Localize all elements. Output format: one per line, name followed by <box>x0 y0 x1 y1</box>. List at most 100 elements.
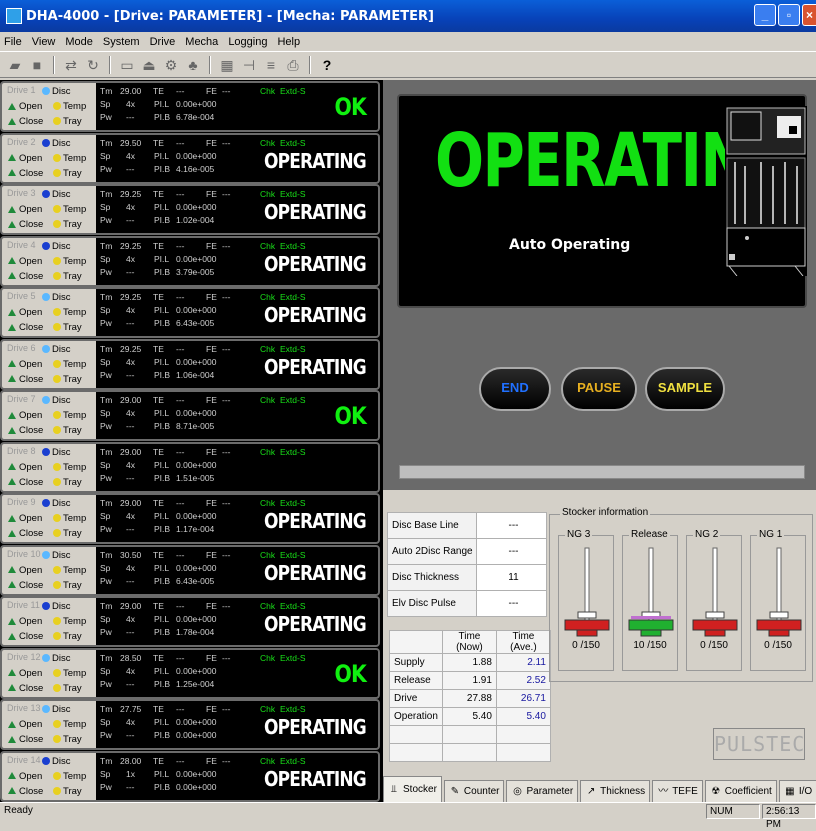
fe-label: FE <box>206 189 217 199</box>
maximize-button[interactable]: ▫ <box>778 4 800 26</box>
close-label: Close <box>19 116 44 127</box>
menu-system[interactable]: System <box>103 36 140 48</box>
open-icon <box>8 102 16 110</box>
pause-button[interactable]: PAUSE <box>561 367 637 411</box>
open-button[interactable]: Open <box>8 462 42 473</box>
close-button[interactable]: Close <box>8 631 43 642</box>
connect-icon[interactable]: ⇄ <box>62 56 80 74</box>
drive-name: Drive 4 <box>7 239 36 250</box>
user-icon[interactable]: ♣ <box>184 56 202 74</box>
open-button[interactable]: Open <box>8 668 42 679</box>
disc-dot-icon <box>42 87 50 96</box>
drive-icon[interactable]: ▭ <box>118 56 136 74</box>
tab-io[interactable]: ▦ I/O <box>778 780 816 802</box>
save-icon[interactable]: ■ <box>28 56 46 74</box>
open-button[interactable]: Open <box>8 410 42 421</box>
open-button[interactable]: Open <box>8 771 42 782</box>
sample-button[interactable]: SAMPLE <box>645 367 725 411</box>
fe-value: --- <box>222 498 231 508</box>
drive-readout: Tm 29.50 Sp 4x Pw --- TE --- FE --- PI.L 0.00e+000 P… <box>98 135 378 182</box>
close-button[interactable]: Close <box>8 528 43 539</box>
open-button[interactable]: Open <box>8 101 42 112</box>
open-label: Open <box>19 101 43 112</box>
tray-dot-icon <box>53 683 61 692</box>
open-button[interactable]: Open <box>8 153 42 164</box>
stocker-count: 10 /150 <box>623 640 677 651</box>
menu-drive[interactable]: Drive <box>150 36 176 48</box>
open-button[interactable]: Open <box>8 513 42 524</box>
sp-value: 4x <box>126 511 135 521</box>
menu-mode[interactable]: Mode <box>65 36 93 48</box>
menu-file[interactable]: File <box>4 36 22 48</box>
close-button[interactable]: Close <box>8 374 43 385</box>
tm-value: 29.25 <box>120 189 142 199</box>
tab-label: Counter <box>463 785 500 797</box>
help-icon[interactable]: ? <box>318 56 336 74</box>
close-button[interactable]: Close <box>8 322 43 333</box>
close-button[interactable]: Close <box>8 734 43 745</box>
drive-controls: Drive 4 Disc Open Temp Close Tray <box>2 237 96 285</box>
open-button[interactable]: Open <box>8 359 42 370</box>
close-button[interactable]: Close <box>8 271 43 282</box>
tray-label: Tray <box>63 734 82 745</box>
stack-icon[interactable]: ≡ <box>262 56 280 74</box>
tab-tefe[interactable]: 〰 TEFE <box>652 780 703 802</box>
drive-readout: Tm 29.00 Sp 4x Pw --- TE --- FE --- PI.L 0.00e+000 P… <box>98 392 378 439</box>
pib-value: 6.78e-004 <box>176 112 215 122</box>
pib-value: 1.02e-004 <box>176 215 215 225</box>
close-button[interactable]: Close <box>8 116 43 127</box>
temp-label: Temp <box>63 358 87 370</box>
tab-counter[interactable]: ✎ Counter <box>443 780 505 802</box>
open-button[interactable]: Open <box>8 719 42 730</box>
open-label: Open <box>19 461 43 473</box>
open-button[interactable]: Open <box>8 565 42 576</box>
temp-label: Temp <box>63 513 87 524</box>
close-button[interactable]: Close <box>8 219 43 230</box>
tab-stocker[interactable]: ⫫ Stocker <box>383 776 442 802</box>
pw-value: --- <box>126 678 135 689</box>
close-button[interactable]: Close <box>8 683 43 694</box>
minimize-button[interactable]: _ <box>754 4 776 26</box>
close-button[interactable]: Close <box>8 786 43 797</box>
open-button[interactable]: Open <box>8 256 42 267</box>
sp-label: Sp <box>100 99 111 109</box>
tab-coefficient[interactable]: ☢ Coefficient <box>704 780 777 802</box>
drive-card: Drive 11 Disc Open Temp Close Tray Tm 29.00 Sp 4x… <box>0 596 380 647</box>
split-icon[interactable]: ⊣ <box>240 56 258 74</box>
fe-value: --- <box>222 755 231 766</box>
close-button[interactable]: Close <box>8 168 43 179</box>
disc-label: Disc <box>52 601 71 612</box>
end-button[interactable]: END <box>479 367 551 411</box>
menu-help[interactable]: Help <box>277 36 300 48</box>
menu-view[interactable]: View <box>32 36 56 48</box>
disc-dot-icon <box>42 499 50 508</box>
num-indicator: NUM <box>706 804 760 819</box>
tm-label: Tm <box>100 601 113 611</box>
drive-controls: Drive 9 Disc Open Temp Close Tray <box>2 495 96 542</box>
menu-logging[interactable]: Logging <box>228 36 267 48</box>
pib-label: PI.B <box>154 472 171 483</box>
grid-icon[interactable]: ▦ <box>218 56 236 74</box>
menu-mecha[interactable]: Mecha <box>185 36 218 48</box>
info-label: Disc Thickness <box>387 564 477 591</box>
tab-parameter[interactable]: ◎ Parameter <box>506 780 579 802</box>
eject-icon[interactable]: ⏏ <box>140 56 158 74</box>
close-button[interactable]: Close <box>8 477 43 488</box>
pib-label: PI.B <box>154 678 171 689</box>
close-button[interactable]: Close <box>8 425 43 436</box>
tab-thickness[interactable]: ↗ Thickness <box>580 780 651 802</box>
refresh-icon[interactable]: ↻ <box>84 56 102 74</box>
pib-value: 1.25e-004 <box>176 678 215 689</box>
open-icon[interactable]: ▰ <box>6 56 24 74</box>
tray-indicator: Tray <box>53 786 82 797</box>
close-button[interactable]: Close <box>8 580 43 591</box>
open-button[interactable]: Open <box>8 616 42 627</box>
pw-label: Pw <box>100 112 112 122</box>
print-icon[interactable]: ⎙ <box>284 56 302 74</box>
extd-label: Extd-S <box>280 395 306 405</box>
gear-icon[interactable]: ⚙ <box>162 56 180 74</box>
close-button[interactable]: × <box>802 4 816 26</box>
open-button[interactable]: Open <box>8 307 42 318</box>
open-button[interactable]: Open <box>8 204 42 215</box>
drive-controls: Drive 12 Disc Open Temp Close Tray <box>2 649 96 697</box>
